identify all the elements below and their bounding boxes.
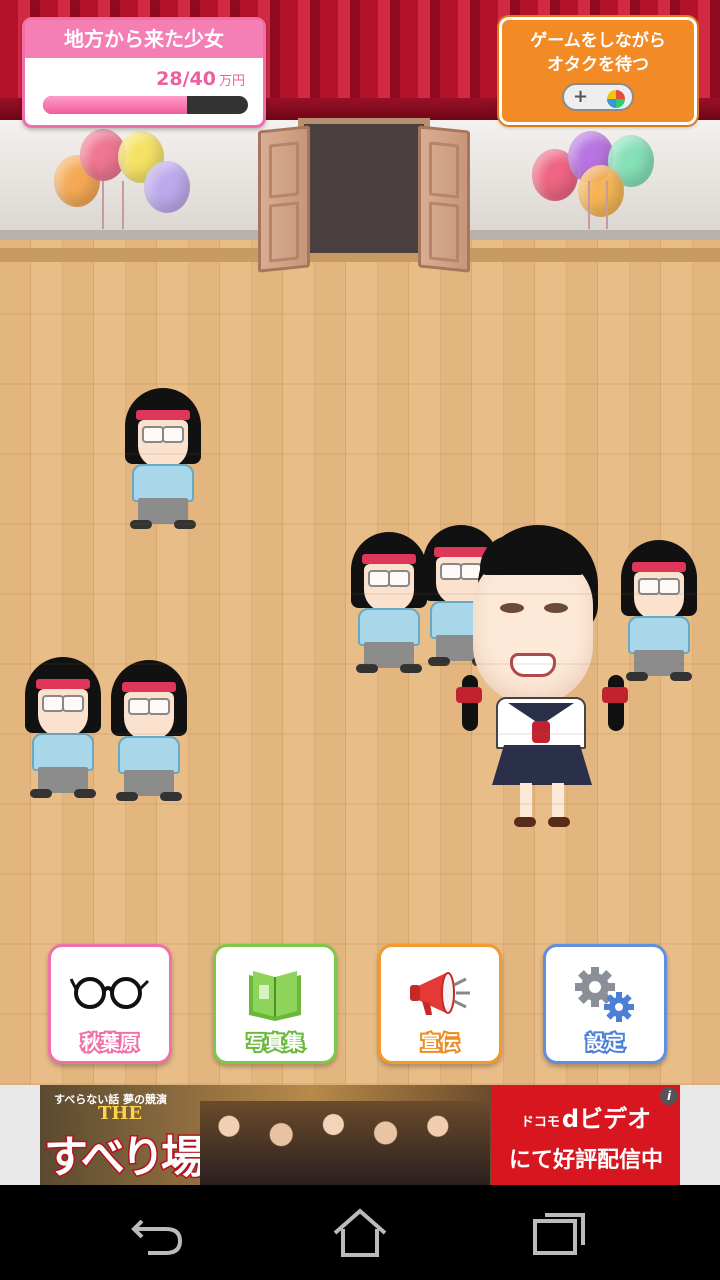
ad-cast-photo (200, 1101, 490, 1185)
settings-button[interactable]: 設定 (543, 944, 667, 1064)
akihabara-button[interactable]: 秋葉原 (48, 944, 172, 1064)
akihabara-label: 秋葉原 (79, 1030, 140, 1056)
settings-label: 設定 (584, 1030, 626, 1056)
promotion-label: 宣伝 (419, 1030, 461, 1056)
stage-title: 地方から来た少女 (25, 20, 263, 58)
stage-doorway (298, 118, 430, 253)
book-icon (249, 971, 301, 1021)
photobook-button[interactable]: 写真集 (213, 944, 337, 1064)
ad-brand: ドコモ (520, 1114, 560, 1130)
progress-bar-fill (43, 96, 187, 114)
ad-service: dビデオ (561, 1105, 652, 1133)
progress-bar (43, 96, 248, 114)
otaku-character[interactable] (108, 660, 190, 805)
balloons-left (52, 125, 202, 235)
ad-info-icon[interactable]: i (660, 1087, 678, 1105)
otaku-character[interactable] (22, 657, 104, 802)
game-stage[interactable] (0, 0, 720, 1085)
recents-icon[interactable] (525, 1203, 595, 1263)
ad-cta: にて好評配信中 (508, 1148, 663, 1173)
system-navigation-bar (0, 1185, 720, 1280)
left-door (258, 125, 310, 273)
right-door (418, 125, 470, 273)
fan-count-value: 28/40 (156, 68, 216, 90)
promotion-button[interactable]: 宣伝 (378, 944, 502, 1064)
wait-for-otaku-button[interactable]: ゲームをしながら オタクを待つ + (499, 17, 697, 125)
otaku-character[interactable] (122, 388, 204, 533)
wait-button-line2: オタクを待つ (547, 55, 649, 75)
wait-button-line1: ゲームをしながら (530, 31, 666, 51)
balloons-right (528, 125, 678, 235)
gears-icon (575, 967, 634, 1022)
fan-count: 28/40 万円 (156, 68, 245, 90)
ad-show-panel: すべらない話 夢の競演 THE すべり場 (40, 1085, 492, 1185)
fan-count-unit: 万円 (218, 74, 245, 89)
photobook-label: 写真集 (244, 1030, 305, 1056)
stage-progress-panel: 地方から来た少女 28/40 万円 (22, 17, 266, 128)
idol-girl-character[interactable] (448, 525, 638, 835)
gamepad-icon: + (562, 83, 634, 111)
otaku-character[interactable] (348, 532, 430, 677)
glasses-icon (70, 977, 150, 1009)
ad-service-panel: ドコモdビデオ にて好評配信中 i (492, 1085, 680, 1185)
home-icon[interactable] (325, 1203, 395, 1263)
ad-banner[interactable]: すべらない話 夢の競演 THE すべり場 ドコモdビデオ にて好評配信中 i (40, 1085, 680, 1185)
megaphone-icon (410, 972, 470, 1015)
back-icon[interactable] (122, 1203, 192, 1263)
ad-show-title: すべり場 (43, 1131, 207, 1185)
